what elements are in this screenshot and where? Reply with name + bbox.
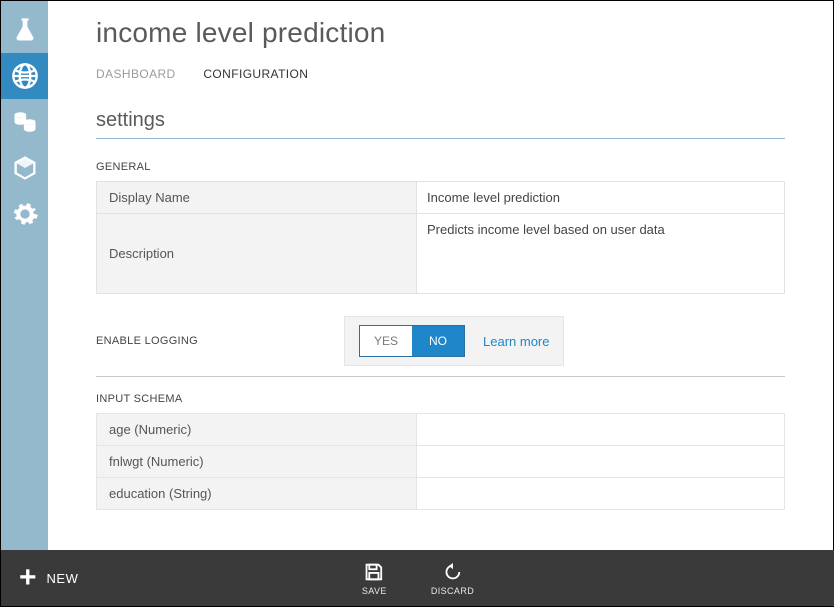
save-icon xyxy=(363,561,385,583)
new-button[interactable]: + NEW xyxy=(1,563,78,593)
schema-row-value[interactable] xyxy=(417,414,785,446)
sidebar-item-datasets[interactable] xyxy=(1,99,48,145)
input-schema-table: age (Numeric) fnlwgt (Numeric) education… xyxy=(96,413,785,510)
gear-icon xyxy=(11,200,39,228)
sidebar-item-settings[interactable] xyxy=(1,191,48,237)
description-label: Description xyxy=(97,214,417,294)
schema-row-value[interactable] xyxy=(417,478,785,510)
plus-icon: + xyxy=(19,563,37,593)
sidebar xyxy=(1,1,48,606)
logging-yes-button[interactable]: YES xyxy=(360,326,412,356)
group-label-general: GENERAL xyxy=(96,161,785,173)
database-icon xyxy=(11,108,39,136)
schema-row-label: fnlwgt (Numeric) xyxy=(97,446,417,478)
learn-more-link[interactable]: Learn more xyxy=(483,334,549,349)
page-title: income level prediction xyxy=(96,17,785,49)
display-name-label: Display Name xyxy=(97,182,417,214)
flask-icon xyxy=(11,16,39,44)
logging-toggle: YES NO xyxy=(359,325,465,357)
description-input[interactable] xyxy=(417,214,784,290)
group-label-input-schema: INPUT SCHEMA xyxy=(96,393,785,405)
bottom-bar: + NEW SAVE DISCARD xyxy=(1,550,834,606)
logging-no-button[interactable]: NO xyxy=(412,326,464,356)
save-button[interactable]: SAVE xyxy=(362,561,387,596)
divider xyxy=(96,138,785,139)
sidebar-item-models[interactable] xyxy=(1,145,48,191)
discard-button[interactable]: DISCARD xyxy=(431,561,474,596)
schema-row-label: education (String) xyxy=(97,478,417,510)
discard-icon xyxy=(441,561,463,583)
discard-label: DISCARD xyxy=(431,586,474,596)
general-table: Display Name Description xyxy=(96,181,785,294)
schema-row-value[interactable] xyxy=(417,446,785,478)
section-heading-settings: settings xyxy=(96,109,785,132)
new-label: NEW xyxy=(47,571,79,586)
save-label: SAVE xyxy=(362,586,387,596)
schema-row-label: age (Numeric) xyxy=(97,414,417,446)
globe-icon xyxy=(11,62,39,90)
main: income level prediction DASHBOARD CONFIG… xyxy=(48,1,833,606)
divider xyxy=(96,376,785,377)
enable-logging-label: ENABLE LOGGING xyxy=(96,335,344,347)
cube-icon xyxy=(11,154,39,182)
sidebar-item-webservices[interactable] xyxy=(1,53,48,99)
tabs: DASHBOARD CONFIGURATION xyxy=(96,67,785,81)
tab-dashboard[interactable]: DASHBOARD xyxy=(96,67,176,81)
tab-configuration[interactable]: CONFIGURATION xyxy=(203,67,308,81)
sidebar-item-experiments[interactable] xyxy=(1,7,48,53)
display-name-input[interactable] xyxy=(417,182,784,213)
logging-toggle-wrap: YES NO Learn more xyxy=(344,316,564,366)
